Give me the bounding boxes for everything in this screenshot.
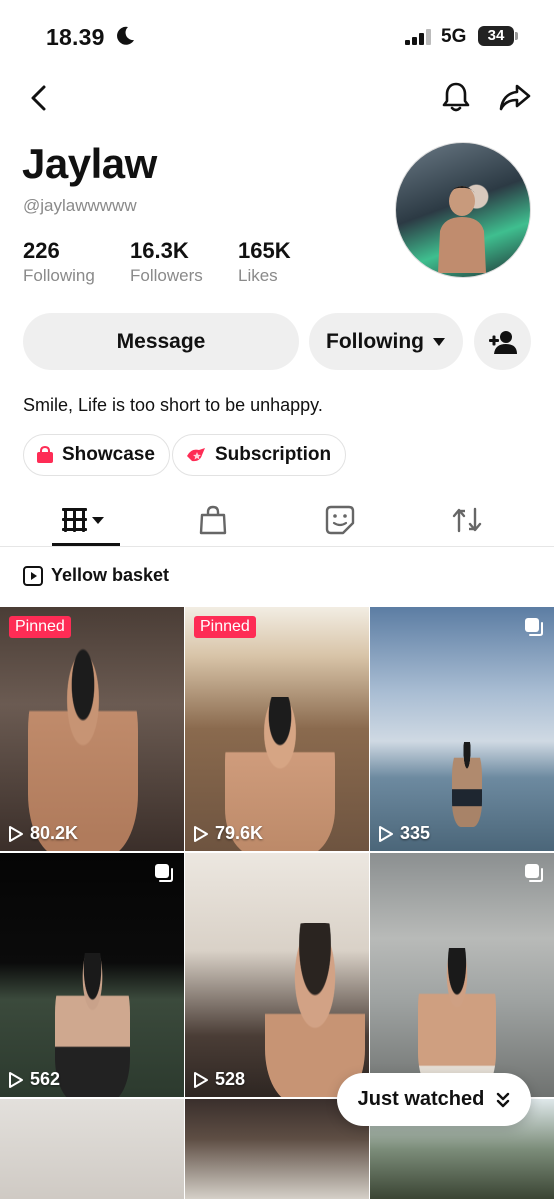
add-friend-button[interactable] bbox=[474, 313, 531, 370]
subscription-chip[interactable]: Subscription bbox=[172, 434, 347, 476]
battery-tip bbox=[515, 32, 518, 40]
stat-followers[interactable]: 16.3K Followers bbox=[130, 238, 203, 286]
battery-indicator: 34 bbox=[478, 26, 514, 46]
shopping-bag-icon bbox=[199, 505, 227, 535]
repost-icon bbox=[452, 507, 482, 533]
showcase-label: Showcase bbox=[62, 444, 155, 465]
video-thumbnail bbox=[28, 647, 138, 851]
video-tile[interactable]: 335 bbox=[370, 607, 554, 851]
stat-value: 16.3K bbox=[130, 238, 189, 263]
avatar-photo bbox=[438, 186, 486, 273]
shopping-bag-icon bbox=[37, 446, 53, 463]
video-tile[interactable]: 528 bbox=[185, 853, 369, 1097]
view-count-text: 528 bbox=[215, 1069, 246, 1089]
status-time: 18.39 bbox=[46, 24, 105, 50]
view-count: 562 bbox=[8, 1069, 60, 1090]
caret-down-icon bbox=[432, 337, 445, 346]
video-tile[interactable] bbox=[370, 853, 554, 1097]
username: @jaylawwwww bbox=[23, 196, 137, 215]
play-icon bbox=[194, 825, 208, 842]
sticker-icon bbox=[325, 505, 355, 535]
following-button[interactable]: Following bbox=[309, 313, 463, 370]
yellow-basket-row[interactable]: Yellow basket bbox=[23, 565, 169, 586]
network-label: 5G bbox=[441, 26, 467, 47]
play-icon bbox=[9, 1071, 23, 1088]
grid-icon bbox=[62, 508, 104, 532]
moon-icon bbox=[117, 26, 134, 45]
following-label: Following bbox=[326, 329, 424, 353]
signal-icon bbox=[405, 29, 431, 45]
pinned-badge: Pinned bbox=[194, 616, 256, 638]
multi-photo-icon bbox=[525, 618, 543, 636]
video-tile[interactable]: 562 bbox=[0, 853, 184, 1097]
stat-likes[interactable]: 165K Likes bbox=[238, 238, 291, 286]
view-count-text: 335 bbox=[400, 823, 431, 843]
tab-stickers[interactable] bbox=[310, 498, 370, 542]
view-count-text: 79.6K bbox=[215, 823, 264, 843]
just-watched-button[interactable]: Just watched bbox=[337, 1073, 531, 1126]
subscription-icon bbox=[187, 448, 205, 462]
share-icon[interactable] bbox=[498, 82, 532, 112]
video-tile[interactable]: Pinned 80.2K bbox=[0, 607, 184, 851]
video-thumbnail bbox=[55, 953, 130, 1097]
display-name: Jaylaw bbox=[22, 140, 157, 187]
avatar[interactable] bbox=[395, 142, 531, 278]
tab-videos[interactable] bbox=[56, 498, 116, 542]
view-count-text: 80.2K bbox=[30, 823, 79, 843]
multi-photo-icon bbox=[155, 864, 173, 882]
play-icon bbox=[194, 1071, 208, 1088]
stat-label: Following bbox=[23, 266, 95, 285]
tab-reposts[interactable] bbox=[437, 498, 497, 542]
status-bar: 18.39 5G 34 bbox=[0, 0, 554, 70]
back-icon[interactable] bbox=[26, 84, 52, 112]
stat-value: 226 bbox=[23, 238, 60, 263]
play-icon bbox=[379, 825, 393, 842]
bio-text: Smile, Life is too short to be unhappy. bbox=[23, 395, 323, 415]
stat-label: Likes bbox=[238, 266, 278, 285]
divider bbox=[0, 546, 554, 547]
view-count: 528 bbox=[193, 1069, 245, 1090]
add-user-icon bbox=[488, 330, 517, 354]
video-tile[interactable] bbox=[0, 1099, 184, 1199]
stat-value: 165K bbox=[238, 238, 291, 263]
video-tile[interactable]: Pinned 79.6K bbox=[185, 607, 369, 851]
view-count: 80.2K bbox=[8, 823, 78, 844]
bell-icon[interactable] bbox=[441, 81, 471, 113]
showcase-chip[interactable]: Showcase bbox=[23, 434, 170, 476]
stat-label: Followers bbox=[130, 266, 203, 285]
tab-shop[interactable] bbox=[183, 498, 243, 542]
pinned-badge: Pinned bbox=[9, 616, 71, 638]
view-count: 335 bbox=[378, 823, 430, 844]
message-button[interactable]: Message bbox=[23, 313, 299, 370]
play-icon bbox=[9, 825, 23, 842]
double-chevron-down-icon bbox=[497, 1092, 510, 1107]
stat-following[interactable]: 226 Following bbox=[23, 238, 95, 286]
play-square-icon bbox=[23, 565, 43, 586]
multi-photo-icon bbox=[525, 864, 543, 882]
yellow-basket-label: Yellow basket bbox=[51, 565, 170, 585]
video-thumbnail bbox=[452, 742, 482, 827]
subscription-label: Subscription bbox=[215, 444, 332, 465]
view-count-text: 562 bbox=[30, 1069, 61, 1089]
view-count: 79.6K bbox=[193, 823, 263, 844]
video-thumbnail bbox=[265, 923, 365, 1097]
just-watched-label: Just watched bbox=[357, 1088, 485, 1110]
